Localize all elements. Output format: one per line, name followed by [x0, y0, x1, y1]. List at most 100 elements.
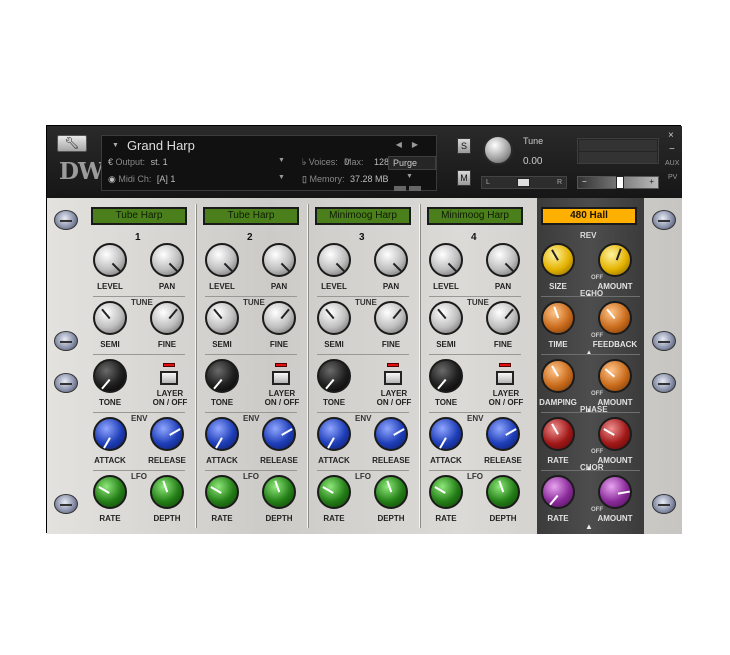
voices-icon: ♭ — [302, 157, 307, 167]
depth-knob[interactable] — [262, 475, 296, 509]
rev-amount-knob[interactable] — [598, 243, 632, 277]
level-knob[interactable] — [93, 243, 127, 277]
layer-toggle-button[interactable] — [496, 371, 514, 385]
output-dropdown-icon[interactable]: ▼ — [278, 157, 285, 164]
depth-knob[interactable] — [150, 475, 184, 509]
layer-led — [387, 363, 399, 367]
layer-preset-display[interactable]: Tube Harp — [91, 207, 187, 225]
level-knob[interactable] — [205, 243, 239, 277]
fine-knob[interactable] — [486, 301, 520, 335]
row-divider — [205, 354, 297, 355]
fx-off-label: OFF — [591, 449, 603, 455]
phase-amount-knob[interactable] — [598, 417, 632, 451]
attack-knob[interactable] — [93, 417, 127, 451]
rate-label: RATE — [99, 514, 121, 523]
semi-knob[interactable] — [429, 301, 463, 335]
echo-feedback-knob[interactable] — [598, 301, 632, 335]
level-knob[interactable] — [317, 243, 351, 277]
chor-rate-knob[interactable] — [541, 475, 575, 509]
rev-size-knob[interactable] — [541, 243, 575, 277]
mute-button[interactable]: M — [457, 170, 471, 186]
fine-knob[interactable] — [150, 301, 184, 335]
layer-label: LAYER — [492, 389, 520, 398]
semi-knob[interactable] — [93, 301, 127, 335]
release-knob[interactable] — [262, 417, 296, 451]
echo-time-knob[interactable] — [541, 301, 575, 335]
tone-knob[interactable] — [205, 359, 239, 393]
screw-icon — [54, 210, 78, 230]
rate-knob[interactable] — [429, 475, 463, 509]
echo-damping-knob[interactable] — [541, 359, 575, 393]
solo-button[interactable]: S — [457, 138, 471, 154]
wrench-icon[interactable]: 🔧︎ — [57, 135, 87, 152]
pan-knob[interactable] — [374, 243, 408, 277]
tone-knob[interactable] — [93, 359, 127, 393]
max-label: Max: — [344, 157, 364, 167]
semi-knob[interactable] — [317, 301, 351, 335]
section-lfo-label: LFO — [467, 472, 483, 481]
layer-toggle-button[interactable] — [384, 371, 402, 385]
max-row[interactable]: Max: 128 — [332, 157, 389, 167]
fx-collapse-icon[interactable]: ▲ — [585, 348, 593, 357]
layer-preset-display[interactable]: Tube Harp — [203, 207, 299, 225]
rate-knob[interactable] — [205, 475, 239, 509]
pan-knob[interactable] — [262, 243, 296, 277]
row-divider — [429, 412, 521, 413]
attack-knob[interactable] — [205, 417, 239, 451]
semi-knob[interactable] — [205, 301, 239, 335]
layer-preset-display[interactable]: Minimoog Harp — [427, 207, 523, 225]
depth-knob[interactable] — [374, 475, 408, 509]
level-label: LEVEL — [321, 282, 347, 291]
instrument-menu-icon[interactable]: ▼ — [112, 142, 119, 149]
pan-knob[interactable] — [486, 243, 520, 277]
attack-knob[interactable] — [317, 417, 351, 451]
volume-slider[interactable]: − + — [577, 176, 659, 189]
release-knob[interactable] — [150, 417, 184, 451]
midi-row[interactable]: ◉ Midi Ch: [A] 1 — [108, 174, 175, 185]
rate-label: RATE — [435, 514, 457, 523]
layer-toggle-button[interactable] — [160, 371, 178, 385]
reverb-preset-display[interactable]: 480 Hall — [541, 207, 637, 225]
pan-handle[interactable] — [517, 178, 530, 187]
instrument-nav-arrows-icon[interactable]: ◀▶ — [396, 140, 428, 149]
rate-knob[interactable] — [93, 475, 127, 509]
output-row[interactable]: € Output: st. 1 — [108, 157, 168, 167]
screw-icon — [54, 373, 78, 393]
attack-knob[interactable] — [429, 417, 463, 451]
volume-handle[interactable] — [616, 176, 624, 189]
level-knob[interactable] — [429, 243, 463, 277]
depth-knob[interactable] — [486, 475, 520, 509]
pv-button[interactable]: PV — [668, 174, 677, 181]
fine-knob[interactable] — [374, 301, 408, 335]
echo-amount-knob[interactable] — [598, 359, 632, 393]
layer-preset-display[interactable]: Minimoog Harp — [315, 207, 411, 225]
semi-label: SEMI — [436, 340, 456, 349]
layer-label: LAYER — [380, 389, 408, 398]
tune-knob[interactable] — [483, 135, 513, 165]
midi-dropdown-icon[interactable]: ▼ — [278, 174, 285, 181]
layer-toggle-button[interactable] — [272, 371, 290, 385]
release-knob[interactable] — [374, 417, 408, 451]
release-knob[interactable] — [486, 417, 520, 451]
phase-rate-knob[interactable] — [541, 417, 575, 451]
pan-slider[interactable]: L R — [481, 176, 567, 189]
level-label: LEVEL — [97, 282, 123, 291]
echo-time-label: TIME — [548, 340, 568, 349]
release-label: RELEASE — [484, 456, 522, 465]
pan-knob[interactable] — [150, 243, 184, 277]
section-env-label: ENV — [355, 414, 372, 423]
chor-amount-knob[interactable] — [598, 475, 632, 509]
purge-dropdown[interactable]: Purge ▼ — [388, 156, 436, 180]
tone-knob[interactable] — [317, 359, 351, 393]
row-divider — [317, 412, 409, 413]
aux-button[interactable]: AUX — [665, 160, 679, 167]
fx-collapse-icon[interactable]: ▲ — [585, 522, 593, 531]
release-label: RELEASE — [372, 456, 410, 465]
instrument-name-row[interactable]: ▼ Grand Harp — [112, 138, 195, 153]
tone-knob[interactable] — [429, 359, 463, 393]
depth-label: DEPTH — [153, 514, 181, 523]
fine-knob[interactable] — [262, 301, 296, 335]
minimize-icon[interactable]: − — [669, 144, 675, 155]
close-icon[interactable]: × — [668, 130, 674, 141]
rate-knob[interactable] — [317, 475, 351, 509]
